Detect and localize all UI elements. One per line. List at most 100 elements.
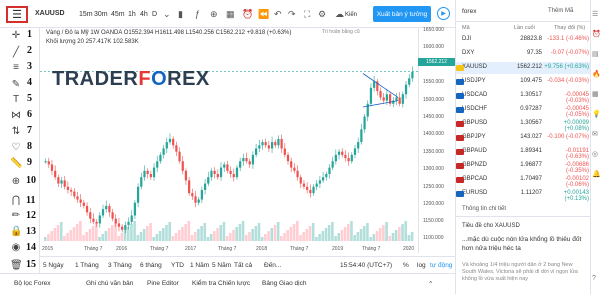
- add-symbol-button[interactable]: Thêm Mã: [548, 8, 573, 14]
- candle-body: [296, 170, 299, 178]
- range-5d[interactable]: 5 Ngày: [43, 262, 64, 269]
- watchlist-row[interactable]: USDCAD 1.30517 -0.00045 (-0.03%): [456, 90, 591, 104]
- range-goto[interactable]: Đến...: [264, 262, 281, 269]
- timeframe-45m[interactable]: 45m: [111, 11, 125, 18]
- range-1m[interactable]: 1 Tháng: [75, 262, 99, 269]
- watchlist-row[interactable]: EURUSD 1.11207 +0.00143 (+0.13%): [456, 188, 591, 202]
- compare-icon[interactable]: ⊕: [210, 9, 218, 20]
- timeframe-1h[interactable]: 1h: [128, 11, 136, 18]
- hotlist-icon[interactable]: 🔥: [592, 70, 600, 78]
- range-6m[interactable]: 6 tháng: [140, 262, 162, 269]
- news-box[interactable]: Tiêu đề cho XAUUSD ...mặc dù cuộc nón lử…: [456, 216, 591, 294]
- trend-line-icon[interactable]: ╱: [10, 47, 22, 58]
- replay-icon[interactable]: ⏪: [258, 9, 269, 20]
- publish-partial-label[interactable]: Kiến: [345, 12, 357, 18]
- tab-trading-panel[interactable]: Bảng Giao dịch: [262, 280, 306, 287]
- watchlist-icon[interactable]: ☰: [592, 10, 598, 18]
- data-window-icon[interactable]: ▤: [592, 50, 599, 58]
- publish-idea-button[interactable]: Xuất bản ý tưởng: [373, 6, 431, 22]
- column-header-symbol[interactable]: Mã: [462, 25, 470, 31]
- log-toggle[interactable]: log: [417, 262, 426, 269]
- watchlist-row[interactable]: GBPCAD 1.70497 -0.00102 (-0.06%): [456, 174, 591, 188]
- percent-toggle[interactable]: %: [403, 262, 409, 269]
- trash-icon[interactable]: 🗑: [10, 260, 23, 271]
- volume-bar: [366, 223, 369, 241]
- heart-icon[interactable]: ♡: [10, 142, 22, 153]
- row-symbol: EURUSD: [462, 190, 488, 196]
- timeframe-d[interactable]: D: [152, 11, 157, 18]
- help-icon[interactable]: ?: [592, 275, 596, 282]
- range-1y[interactable]: 1 Năm: [190, 262, 209, 269]
- column-header-change[interactable]: Thay đổi (%): [554, 25, 585, 31]
- chat-icon[interactable]: ✉: [592, 130, 598, 138]
- layout-icon[interactable]: ▦: [226, 9, 235, 20]
- candle-body: [191, 193, 194, 197]
- menu-button[interactable]: ☰: [6, 6, 28, 23]
- timeframe-4h[interactable]: 4h: [140, 11, 148, 18]
- lock-icon[interactable]: 🔒: [10, 226, 22, 237]
- alert-icon[interactable]: ⏰: [242, 9, 253, 20]
- range-3m[interactable]: 3 Tháng: [108, 262, 132, 269]
- watchlist-row[interactable]: GBPUSD 1.30567 +0.00099 (+0.08%): [456, 118, 591, 132]
- magnet-icon[interactable]: ⋂: [10, 195, 22, 206]
- symbol-search[interactable]: XAUUSD: [35, 10, 65, 17]
- price-chart[interactable]: [40, 28, 418, 253]
- crosshair-icon[interactable]: ✛: [10, 30, 22, 41]
- news-headline[interactable]: ...mặc dù cuộc nón lửa khổng lồ thiêu đố…: [462, 235, 584, 253]
- undo-icon[interactable]: ↶: [274, 9, 282, 20]
- candle-body: [184, 170, 188, 181]
- alerts-icon[interactable]: ⏰: [592, 30, 600, 38]
- watchlist-row[interactable]: GBPAUD 1.89341 -0.01191 (-0.63%): [456, 146, 591, 160]
- tab-strategy-tester[interactable]: Kiểm tra Chiến lược: [192, 280, 250, 287]
- ruler-icon[interactable]: 📏: [10, 158, 22, 169]
- pattern-icon[interactable]: ⋈: [10, 110, 22, 121]
- timeframe-15m[interactable]: 15m: [79, 11, 93, 18]
- lock-draw-icon[interactable]: ✏: [10, 210, 22, 221]
- play-icon[interactable]: ▶: [437, 7, 450, 20]
- prediction-icon[interactable]: ⇅: [10, 126, 22, 137]
- range-5y[interactable]: 5 Năm: [212, 262, 231, 269]
- watchlist-row[interactable]: DXY 97.35 -0.07 (-0.07%): [456, 48, 591, 60]
- watchlist-row[interactable]: USDCHF 0.97287 -0.00045 (-0.05%): [456, 104, 591, 118]
- watchlist-row[interactable]: XAUUSD 1562.212 +9.756 (+0.63%): [456, 62, 591, 74]
- volume-bar: [372, 234, 376, 241]
- fib-icon[interactable]: ≡: [10, 62, 22, 73]
- indicator-icon[interactable]: ƒ: [195, 9, 200, 19]
- ideas-icon[interactable]: 💡: [592, 110, 600, 118]
- candle-style-icon[interactable]: ▮: [178, 9, 183, 20]
- collapse-icon[interactable]: ⌃: [428, 280, 433, 288]
- camera-icon[interactable]: ⚙: [318, 9, 326, 20]
- notifications-icon[interactable]: 🔔: [592, 170, 600, 178]
- timeframe-30m[interactable]: 30m: [94, 11, 108, 18]
- tab-pine-editor[interactable]: Pine Editor: [147, 280, 179, 287]
- redo-icon[interactable]: ↷: [288, 9, 296, 20]
- text-icon[interactable]: T: [10, 94, 22, 105]
- watchlist-title[interactable]: forex: [462, 8, 476, 15]
- eye-icon[interactable]: ◉: [10, 242, 22, 253]
- column-header-last[interactable]: Lần cuối: [514, 25, 535, 31]
- row-last: 1562.212: [516, 64, 542, 70]
- cloud-icon[interactable]: ☁: [335, 9, 344, 20]
- y-tick-label: 1500.000: [423, 97, 444, 103]
- candle-body: [302, 183, 306, 187]
- range-ytd[interactable]: YTD: [171, 262, 184, 269]
- tab-forex-screener[interactable]: Bộ lọc Forex: [14, 280, 51, 287]
- tab-text-notes[interactable]: Ghi chú văn bản: [86, 280, 133, 287]
- brush-icon[interactable]: ✎: [10, 79, 22, 90]
- fullscreen-icon[interactable]: ⛶: [304, 9, 310, 20]
- candle-body: [312, 186, 315, 194]
- watchlist-row[interactable]: GBPJPY 143.027 -0.100 (-0.07%): [456, 132, 591, 144]
- auto-toggle[interactable]: tự động: [430, 262, 452, 269]
- calendar-icon[interactable]: ▦: [592, 90, 599, 98]
- range-all[interactable]: Tất cả: [234, 262, 252, 269]
- current-price-tag: 1562.212: [418, 58, 455, 66]
- volume-bar: [53, 228, 57, 241]
- chevron-down-icon[interactable]: ⌄: [163, 9, 171, 20]
- watchlist-row[interactable]: GBPNZD 1.96877 -0.00686 (-0.35%): [456, 160, 591, 174]
- watchlist-row[interactable]: USDJPY 109.475 -0.034 (-0.03%): [456, 76, 591, 88]
- watchlist-row[interactable]: DJI 28823.8 -133.1 (-0.46%): [456, 34, 591, 46]
- zoom-icon[interactable]: ⊕: [10, 176, 22, 187]
- logo-part: REX: [167, 68, 210, 90]
- streams-icon[interactable]: ◎: [592, 150, 598, 158]
- clock-readout[interactable]: 15:54:40 (UTC+7): [340, 262, 392, 269]
